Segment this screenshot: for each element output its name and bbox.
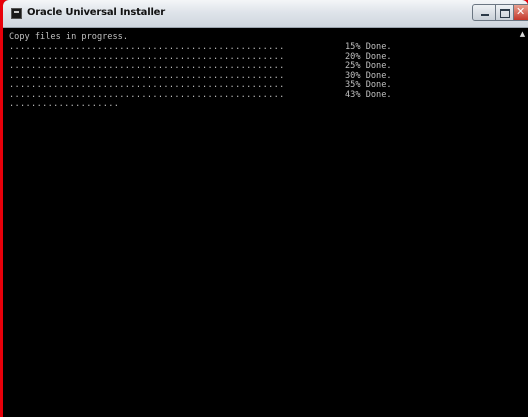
installer-window: Oracle Universal Installer Copy files in… <box>3 0 528 417</box>
console-icon <box>11 8 22 19</box>
console-output[interactable]: Copy files in progress. ................… <box>9 29 517 417</box>
window-controls <box>472 4 528 22</box>
close-button[interactable] <box>514 4 528 21</box>
partial-progress-line: .................... <box>9 99 119 110</box>
scroll-up-arrow-icon[interactable]: ▲ <box>517 29 528 40</box>
title-bar[interactable]: Oracle Universal Installer <box>3 0 528 28</box>
maximize-button[interactable] <box>496 4 514 21</box>
window-title: Oracle Universal Installer <box>27 7 165 18</box>
progress-status: 43% Done. <box>345 89 392 100</box>
vertical-scrollbar[interactable]: ▲ <box>517 29 528 417</box>
minimize-button[interactable] <box>472 4 496 21</box>
progress-dots: .................... <box>9 99 120 109</box>
